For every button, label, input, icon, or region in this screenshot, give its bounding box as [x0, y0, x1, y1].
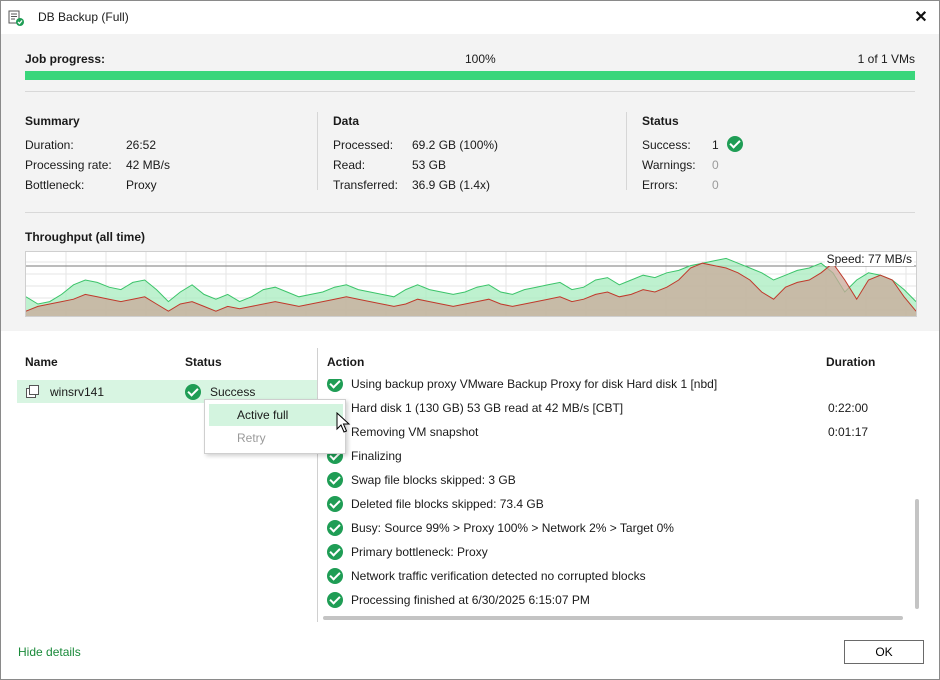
read-label: Read: — [333, 158, 366, 172]
panel-divider[interactable] — [317, 348, 318, 622]
vertical-scroll-thumb[interactable] — [915, 499, 919, 609]
action-text: Finalizing — [351, 449, 402, 463]
vm-status: Success — [210, 385, 256, 399]
vm-icon — [26, 385, 39, 398]
success-check-icon — [727, 136, 743, 152]
job-progress-bar-fill — [25, 71, 915, 80]
action-row[interactable]: Deleted file blocks skipped: 73.4 GB — [319, 492, 913, 516]
action-row[interactable]: Removing VM snapshot 0:01:17 — [319, 420, 913, 444]
hide-details-link[interactable]: Hide details — [18, 645, 81, 659]
action-log[interactable]: Using backup proxy VMware Backup Proxy f… — [319, 379, 913, 613]
success-check-icon — [185, 384, 201, 400]
status-column-header[interactable]: Status — [185, 355, 222, 369]
menu-item-retry[interactable]: Retry — [209, 427, 343, 449]
success-check-icon — [327, 544, 343, 560]
action-row[interactable]: Finalizing — [319, 444, 913, 468]
warnings-value: 0 — [712, 158, 719, 172]
processed-value: 69.2 GB (100%) — [412, 138, 499, 152]
processed-label: Processed: — [333, 138, 394, 152]
job-progress-percent: 100% — [465, 52, 496, 66]
processing-rate-label: Processing rate: — [25, 158, 112, 172]
action-row[interactable]: Busy: Source 99% > Proxy 100% > Network … — [319, 516, 913, 540]
horizontal-scroll-thumb[interactable] — [323, 616, 903, 620]
bottleneck-value: Proxy — [126, 178, 157, 192]
vm-name: winsrv141 — [50, 385, 105, 399]
throughput-title: Throughput (all time) — [25, 230, 145, 244]
job-progress-count: 1 of 1 VMs — [857, 52, 915, 66]
vm-context-menu: Active full Retry — [204, 399, 346, 454]
summary-title: Summary — [25, 114, 80, 128]
action-text: Using backup proxy VMware Backup Proxy f… — [351, 379, 718, 391]
duration-column-header[interactable]: Duration — [826, 355, 875, 369]
errors-label: Errors: — [642, 178, 678, 192]
data-title: Data — [333, 114, 360, 128]
action-row[interactable]: Primary bottleneck: Proxy — [319, 540, 913, 564]
action-log-vertical-scrollbar[interactable] — [913, 379, 921, 613]
success-check-icon — [327, 592, 343, 608]
transferred-value: 36.9 GB (1.4x) — [412, 178, 491, 192]
separator — [317, 112, 318, 190]
job-progress-label: Job progress: — [25, 52, 106, 66]
window-title: DB Backup (Full) — [38, 10, 129, 24]
action-text: Hard disk 1 (130 GB) 53 GB read at 42 MB… — [351, 401, 624, 415]
action-text: Removing VM snapshot — [351, 425, 479, 439]
duration-label: Duration: — [25, 138, 74, 152]
action-duration: 0:22:00 — [828, 401, 869, 415]
success-check-icon — [327, 496, 343, 512]
processing-rate-value: 42 MB/s — [126, 158, 171, 172]
action-text: Processing finished at 6/30/2025 6:15:07… — [351, 593, 590, 607]
action-text: Primary bottleneck: Proxy — [351, 545, 488, 559]
close-icon[interactable]: ✕ — [909, 5, 933, 29]
action-column-header[interactable]: Action — [327, 355, 364, 369]
divider — [25, 91, 915, 92]
action-text: Network traffic verification detected no… — [351, 569, 646, 583]
action-text: Deleted file blocks skipped: 73.4 GB — [351, 497, 544, 511]
throughput-chart-canvas — [25, 252, 917, 316]
job-overview-panel: Job progress: 100% 1 of 1 VMs Summary Du… — [1, 34, 939, 331]
errors-value: 0 — [712, 178, 719, 192]
status-title: Status — [642, 114, 679, 128]
success-check-icon — [327, 568, 343, 584]
warnings-label: Warnings: — [642, 158, 696, 172]
divider — [25, 212, 915, 213]
name-column-header[interactable]: Name — [25, 355, 58, 369]
bottleneck-label: Bottleneck: — [25, 178, 85, 192]
success-check-icon — [327, 472, 343, 488]
menu-item-active-full[interactable]: Active full — [209, 404, 343, 426]
action-log-horizontal-scrollbar[interactable] — [321, 614, 911, 622]
speed-label: Speed: 77 MB/s — [824, 252, 914, 266]
action-text: Busy: Source 99% > Proxy 100% > Network … — [351, 521, 674, 535]
success-value: 1 — [712, 138, 719, 152]
action-row[interactable]: Swap file blocks skipped: 3 GB — [319, 468, 913, 492]
duration-value: 26:52 — [126, 138, 157, 152]
read-value: 53 GB — [412, 158, 447, 172]
title-bar: DB Backup (Full) ✕ — [1, 1, 939, 34]
success-check-icon — [327, 379, 343, 392]
action-row[interactable]: Hard disk 1 (130 GB) 53 GB read at 42 MB… — [319, 396, 913, 420]
separator — [626, 112, 627, 190]
success-label: Success: — [642, 138, 691, 152]
transferred-label: Transferred: — [333, 178, 398, 192]
ok-button[interactable]: OK — [844, 640, 924, 664]
mouse-cursor-icon — [336, 412, 351, 433]
throughput-chart: Speed: 77 MB/s — [25, 251, 917, 317]
action-row[interactable]: Network traffic verification detected no… — [319, 564, 913, 588]
action-row[interactable]: Processing finished at 6/30/2025 6:15:07… — [319, 588, 913, 612]
success-check-icon — [327, 520, 343, 536]
backup-job-window: DB Backup (Full) ✕ Job progress: 100% 1 … — [0, 0, 940, 680]
action-row[interactable]: Using backup proxy VMware Backup Proxy f… — [319, 379, 913, 396]
action-text: Swap file blocks skipped: 3 GB — [351, 473, 516, 487]
action-duration: 0:01:17 — [828, 425, 869, 439]
job-progress-bar — [25, 71, 915, 80]
job-report-icon — [8, 10, 24, 26]
